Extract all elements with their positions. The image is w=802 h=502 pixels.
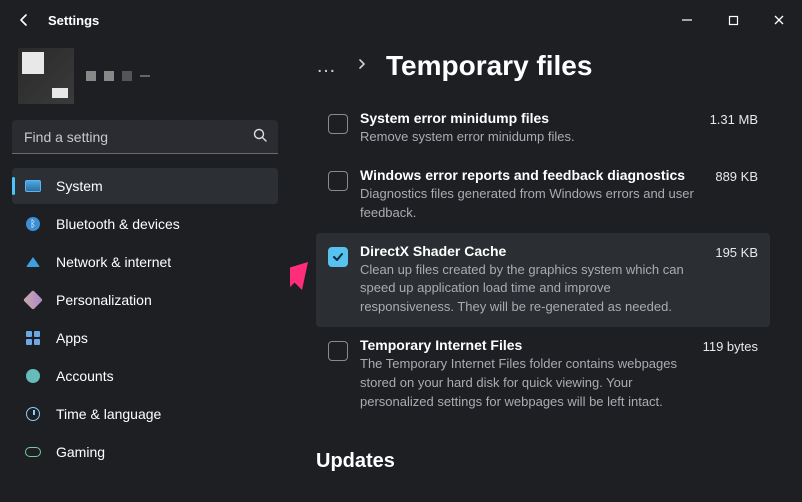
item-desc: Clean up files created by the graphics s…	[360, 261, 695, 318]
maximize-button[interactable]	[710, 0, 756, 40]
nav-item-accounts[interactable]: Accounts	[12, 358, 278, 394]
nav-item-gaming[interactable]: Gaming	[12, 434, 278, 470]
search-icon	[252, 127, 268, 148]
section-updates-heading: Updates	[316, 450, 770, 473]
back-button[interactable]	[8, 4, 40, 36]
nav-item-bluetooth[interactable]: ᛒ Bluetooth & devices	[12, 206, 278, 242]
breadcrumb-ellipsis[interactable]: …	[316, 55, 338, 78]
page-title: Temporary files	[386, 50, 592, 82]
item-minidump[interactable]: System error minidump files Remove syste…	[316, 100, 770, 157]
nav-label: Network & internet	[56, 254, 171, 270]
chevron-right-icon	[356, 57, 368, 75]
breadcrumb: … Temporary files	[316, 50, 770, 82]
search-input[interactable]	[12, 120, 278, 154]
close-icon	[773, 14, 785, 26]
item-title: System error minidump files	[360, 110, 690, 126]
nav-item-apps[interactable]: Apps	[12, 320, 278, 356]
search-box[interactable]	[12, 120, 278, 154]
nav-label: Accounts	[56, 368, 114, 384]
apps-icon	[24, 329, 42, 347]
annotation-arrow-icon	[290, 240, 350, 380]
item-desc: Diagnostics files generated from Windows…	[360, 185, 695, 223]
nav-label: Apps	[56, 330, 88, 346]
nav-item-time-language[interactable]: Time & language	[12, 396, 278, 432]
nav-label: Bluetooth & devices	[56, 216, 180, 232]
nav-label: Gaming	[56, 444, 105, 460]
sidebar: System ᛒ Bluetooth & devices Network & i…	[0, 40, 290, 502]
accounts-icon	[24, 367, 42, 385]
arrow-left-icon	[16, 12, 32, 28]
temp-files-list: System error minidump files Remove syste…	[316, 100, 770, 422]
system-icon	[24, 177, 42, 195]
checkbox[interactable]	[328, 171, 348, 191]
clock-icon	[24, 405, 42, 423]
item-title: DirectX Shader Cache	[360, 243, 695, 259]
close-button[interactable]	[756, 0, 802, 40]
wifi-icon	[24, 253, 42, 271]
nav-label: Time & language	[56, 406, 161, 422]
item-error-reports[interactable]: Windows error reports and feedback diagn…	[316, 157, 770, 233]
item-desc: The Temporary Internet Files folder cont…	[360, 355, 683, 412]
minimize-button[interactable]	[664, 0, 710, 40]
app-title: Settings	[48, 13, 99, 28]
item-temp-internet-files[interactable]: Temporary Internet Files The Temporary I…	[316, 327, 770, 422]
item-size: 195 KB	[715, 245, 758, 260]
personalization-icon	[24, 291, 42, 309]
item-size: 1.31 MB	[710, 112, 758, 127]
nav-item-personalization[interactable]: Personalization	[12, 282, 278, 318]
item-size: 889 KB	[715, 169, 758, 184]
nav-list: System ᛒ Bluetooth & devices Network & i…	[12, 168, 278, 470]
content-area: … Temporary files System error minidump …	[290, 40, 802, 502]
item-size: 119 bytes	[703, 339, 758, 354]
item-directx-shader-cache[interactable]: DirectX Shader Cache Clean up files crea…	[316, 233, 770, 328]
titlebar: Settings	[0, 0, 802, 40]
item-title: Temporary Internet Files	[360, 337, 683, 353]
avatar	[18, 48, 74, 104]
minimize-icon	[681, 14, 693, 26]
checkbox[interactable]	[328, 114, 348, 134]
maximize-icon	[728, 15, 739, 26]
bluetooth-icon: ᛒ	[24, 215, 42, 233]
nav-label: Personalization	[56, 292, 152, 308]
profile-text	[86, 71, 150, 81]
nav-item-network[interactable]: Network & internet	[12, 244, 278, 280]
profile-block[interactable]	[12, 40, 278, 116]
gaming-icon	[24, 443, 42, 461]
window-controls	[664, 0, 802, 40]
item-title: Windows error reports and feedback diagn…	[360, 167, 695, 183]
nav-item-system[interactable]: System	[12, 168, 278, 204]
nav-label: System	[56, 178, 103, 194]
item-desc: Remove system error minidump files.	[360, 128, 690, 147]
